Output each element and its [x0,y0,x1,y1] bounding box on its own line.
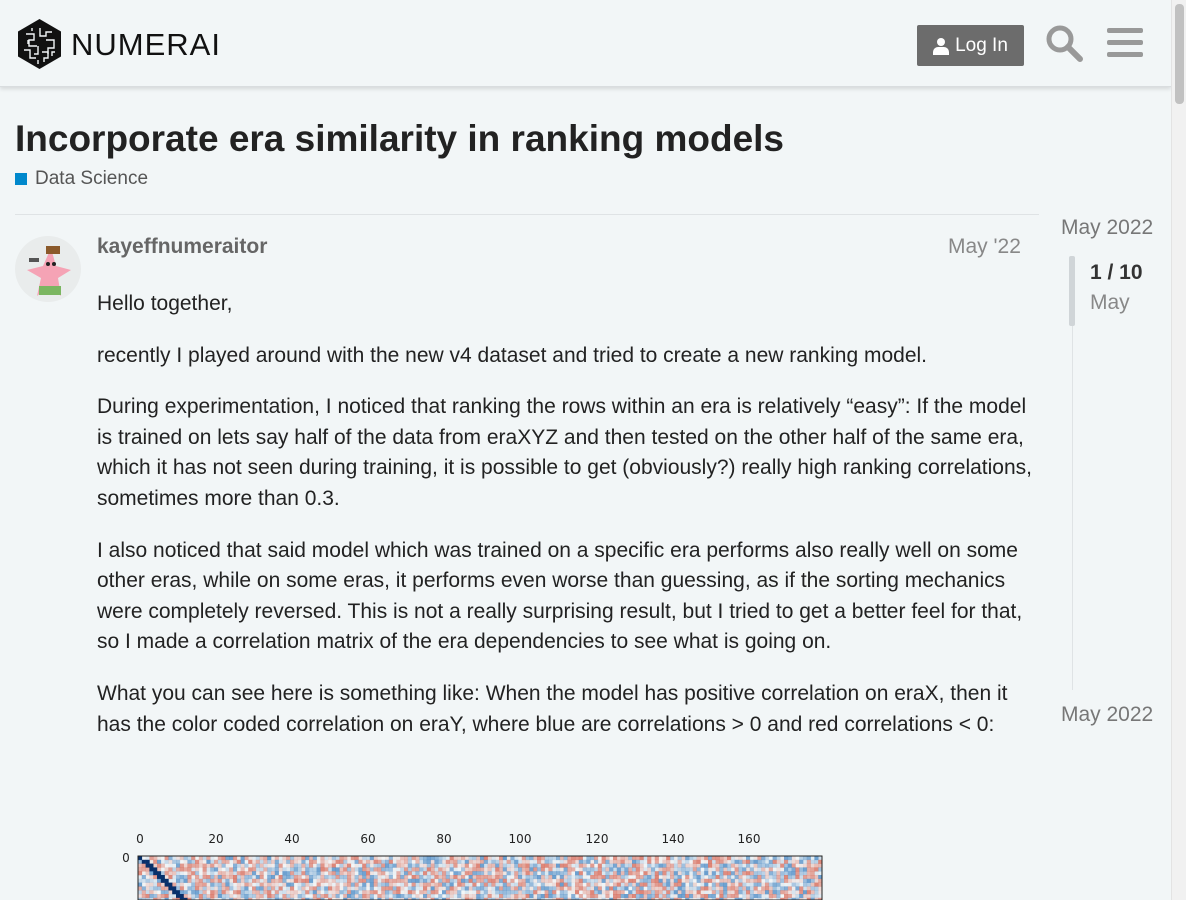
hamburger-menu-icon [1107,28,1143,57]
timeline-current-month: May [1090,291,1130,314]
timeline-handle[interactable] [1069,256,1075,326]
search-icon [1046,25,1083,62]
category-label: Data Science [35,168,149,189]
y-tick-label: 0 [122,851,130,865]
post-paragraph: During experimentation, I noticed that r… [97,395,1032,510]
x-tick-label: 100 [509,832,532,846]
post-paragraph: recently I played around with the new v4… [97,343,927,367]
login-button[interactable]: Log In [917,25,1024,66]
timeline-start-date[interactable]: May 2022 [1061,216,1153,240]
post-paragraph: What you can see here is something like:… [97,681,1008,736]
era-correlation-matrix-image[interactable]: 0 20 40 60 80 100 120 140 160 0 [112,826,832,900]
scrollbar-thumb[interactable] [1175,4,1184,104]
x-tick-label: 0 [136,832,144,846]
category-color-square [15,173,27,185]
x-tick-label: 160 [738,832,761,846]
numerai-logo-icon [18,19,61,69]
menu-button[interactable] [1102,20,1148,66]
post-username[interactable]: kayeffnumeraitor [97,235,267,259]
timeline-position: 1 / 10 [1090,261,1143,284]
x-tick-label: 120 [586,832,609,846]
page-scrollbar[interactable] [1171,0,1186,900]
numerai-logo[interactable]: NUMERAI [16,18,221,70]
matrix-cells [138,856,823,900]
x-tick-label: 40 [284,832,299,846]
patrick-star-avatar-icon [15,236,81,302]
x-tick-labels: 0 20 40 60 80 100 120 140 160 [136,832,760,846]
x-tick-label: 20 [208,832,223,846]
post-paragraph: I also noticed that said model which was… [97,538,1023,654]
timeline-end-date[interactable]: May 2022 [1061,703,1153,727]
user-icon [933,37,950,55]
post-date[interactable]: May '22 [948,235,1021,259]
title-divider [15,214,1039,215]
login-label: Log In [955,34,1008,56]
post-body: Hello together, recently I played around… [97,289,1032,761]
brand-name: NUMERAI [71,26,221,62]
search-button[interactable] [1041,20,1087,66]
x-tick-label: 60 [360,832,375,846]
category-badge[interactable]: Data Science [15,168,148,190]
post-paragraph: Hello together, [97,292,233,315]
topic-title[interactable]: Incorporate era similarity in ranking mo… [15,118,784,160]
x-tick-label: 140 [662,832,685,846]
x-tick-label: 80 [436,832,451,846]
site-header: NUMERAI Log In [0,0,1171,87]
avatar[interactable] [15,236,81,302]
